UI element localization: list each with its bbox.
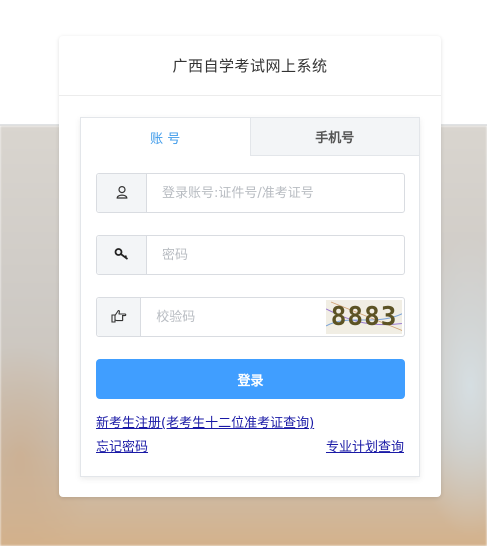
password-addon xyxy=(97,236,147,274)
captcha-image[interactable]: 8883 xyxy=(326,300,402,334)
key-icon xyxy=(114,246,130,265)
page-title: 广西自学考试网上系统 xyxy=(172,57,328,75)
captcha-code: 8883 xyxy=(330,302,398,332)
user-icon xyxy=(115,184,129,203)
card-header: 广西自学考试网上系统 xyxy=(59,36,441,96)
password-input[interactable] xyxy=(147,236,404,274)
major-plan-link[interactable]: 专业计划查询 xyxy=(326,436,404,455)
login-button[interactable]: 登录 xyxy=(96,359,405,399)
hand-pointer-icon xyxy=(111,308,127,327)
tab-account[interactable]: 账 号 xyxy=(81,118,251,156)
login-tabs: 账 号 手机号 xyxy=(81,118,419,156)
login-card: 广西自学考试网上系统 账 号 手机号 登录账号:证件号/准考证号 校验码 888… xyxy=(59,36,441,497)
captcha-field: 8883 xyxy=(96,297,405,337)
tab-phone[interactable]: 手机号 xyxy=(250,118,419,156)
register-link[interactable]: 新考生注册(老考生十二位准考证查询) xyxy=(96,412,314,431)
login-panel: 账 号 手机号 登录账号:证件号/准考证号 校验码 8883 登录 新考生注册(… xyxy=(80,117,420,477)
captcha-input[interactable] xyxy=(141,298,327,336)
account-input[interactable] xyxy=(147,174,404,212)
account-addon xyxy=(97,174,147,212)
captcha-addon xyxy=(97,298,142,336)
password-field xyxy=(96,235,405,275)
forgot-password-link[interactable]: 忘记密码 xyxy=(96,436,148,455)
account-field xyxy=(96,173,405,213)
